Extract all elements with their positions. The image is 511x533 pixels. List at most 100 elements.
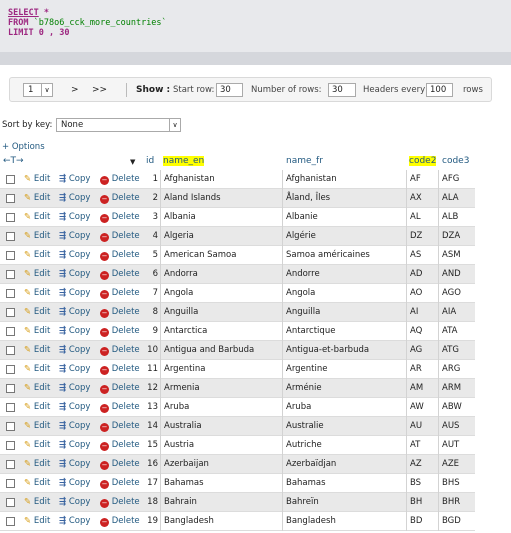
row-checkbox[interactable] bbox=[6, 213, 15, 222]
column-header-id[interactable]: id bbox=[146, 156, 154, 166]
row-checkbox[interactable] bbox=[6, 346, 15, 355]
copy-action[interactable]: ⇶ Copy bbox=[59, 174, 90, 184]
edit-action[interactable]: ✎ Edit bbox=[24, 497, 50, 507]
sql-select-keyword[interactable]: SELECT bbox=[8, 8, 39, 18]
row-checkbox[interactable] bbox=[6, 460, 15, 469]
edit-action[interactable]: ✎ Edit bbox=[24, 307, 50, 317]
edit-action[interactable]: ✎ Edit bbox=[24, 421, 50, 431]
edit-action[interactable]: ✎ Edit bbox=[24, 402, 50, 412]
row-checkbox[interactable] bbox=[6, 498, 15, 507]
copy-action[interactable]: ⇶ Copy bbox=[59, 440, 90, 450]
edit-action[interactable]: ✎ Edit bbox=[24, 174, 50, 184]
delete-action[interactable]: − Delete bbox=[100, 250, 140, 261]
edit-action[interactable]: ✎ Edit bbox=[24, 383, 50, 393]
copy-action[interactable]: ⇶ Copy bbox=[59, 193, 90, 203]
edit-action[interactable]: ✎ Edit bbox=[24, 364, 50, 374]
delete-action[interactable]: − Delete bbox=[100, 440, 140, 451]
copy-action[interactable]: ⇶ Copy bbox=[59, 478, 90, 488]
delete-action[interactable]: − Delete bbox=[100, 231, 140, 242]
row-checkbox[interactable] bbox=[6, 194, 15, 203]
edit-label: Edit bbox=[33, 421, 51, 431]
last-page-button[interactable]: >> bbox=[92, 83, 107, 97]
column-header-code2[interactable]: code2 bbox=[409, 156, 437, 166]
next-page-button[interactable]: > bbox=[71, 83, 79, 97]
row-checkbox[interactable] bbox=[6, 308, 15, 317]
sort-by-key-select[interactable]: None ∨ bbox=[56, 118, 181, 132]
delete-action[interactable]: − Delete bbox=[100, 478, 140, 489]
delete-action[interactable]: − Delete bbox=[100, 497, 140, 508]
row-checkbox[interactable] bbox=[6, 175, 15, 184]
delete-action[interactable]: − Delete bbox=[100, 516, 140, 527]
copy-action[interactable]: ⇶ Copy bbox=[59, 231, 90, 241]
copy-action[interactable]: ⇶ Copy bbox=[59, 345, 90, 355]
copy-action[interactable]: ⇶ Copy bbox=[59, 288, 90, 298]
row-checkbox[interactable] bbox=[6, 327, 15, 336]
pencil-icon: ✎ bbox=[24, 288, 32, 298]
options-link[interactable]: + Options bbox=[2, 142, 45, 152]
edit-label: Edit bbox=[33, 212, 51, 222]
delete-action[interactable]: − Delete bbox=[100, 193, 140, 204]
edit-action[interactable]: ✎ Edit bbox=[24, 250, 50, 260]
edit-action[interactable]: ✎ Edit bbox=[24, 459, 50, 469]
page-select[interactable]: 1 ∨ bbox=[23, 83, 53, 97]
copy-action[interactable]: ⇶ Copy bbox=[59, 269, 90, 279]
row-checkbox[interactable] bbox=[6, 289, 15, 298]
row-checkbox[interactable] bbox=[6, 365, 15, 374]
row-checkbox[interactable] bbox=[6, 403, 15, 412]
row-checkbox[interactable] bbox=[6, 251, 15, 260]
copy-action[interactable]: ⇶ Copy bbox=[59, 326, 90, 336]
copy-action[interactable]: ⇶ Copy bbox=[59, 383, 90, 393]
column-header-name-en[interactable]: name_en bbox=[163, 156, 205, 166]
delete-action[interactable]: − Delete bbox=[100, 421, 140, 432]
edit-action[interactable]: ✎ Edit bbox=[24, 193, 50, 203]
delete-action[interactable]: − Delete bbox=[100, 326, 140, 337]
edit-action[interactable]: ✎ Edit bbox=[24, 516, 50, 526]
headers-every-input[interactable]: 100 bbox=[426, 83, 453, 97]
column-header-code3[interactable]: code3 bbox=[442, 156, 469, 166]
edit-action[interactable]: ✎ Edit bbox=[24, 326, 50, 336]
delete-action[interactable]: − Delete bbox=[100, 459, 140, 470]
copy-action[interactable]: ⇶ Copy bbox=[59, 364, 90, 374]
number-of-rows-input[interactable]: 30 bbox=[328, 83, 356, 97]
row-checkbox[interactable] bbox=[6, 384, 15, 393]
delete-action[interactable]: − Delete bbox=[100, 402, 140, 413]
column-header-name-fr[interactable]: name_fr bbox=[286, 156, 323, 166]
copy-action[interactable]: ⇶ Copy bbox=[59, 307, 90, 317]
row-checkbox[interactable] bbox=[6, 441, 15, 450]
row-checkbox[interactable] bbox=[6, 479, 15, 488]
start-row-input[interactable]: 30 bbox=[216, 83, 243, 97]
delete-action[interactable]: − Delete bbox=[100, 212, 140, 223]
copy-action[interactable]: ⇶ Copy bbox=[59, 250, 90, 260]
edit-action[interactable]: ✎ Edit bbox=[24, 478, 50, 488]
delete-action[interactable]: − Delete bbox=[100, 364, 140, 375]
edit-action[interactable]: ✎ Edit bbox=[24, 212, 50, 222]
edit-action[interactable]: ✎ Edit bbox=[24, 231, 50, 241]
copy-action[interactable]: ⇶ Copy bbox=[59, 402, 90, 412]
delete-action[interactable]: − Delete bbox=[100, 174, 140, 185]
copy-action[interactable]: ⇶ Copy bbox=[59, 497, 90, 507]
column-menu-icon[interactable]: ▼ bbox=[130, 158, 135, 166]
delete-action[interactable]: − Delete bbox=[100, 288, 140, 299]
copy-action[interactable]: ⇶ Copy bbox=[59, 212, 90, 222]
edit-action[interactable]: ✎ Edit bbox=[24, 288, 50, 298]
show-button[interactable]: Show : bbox=[136, 83, 170, 97]
delete-action[interactable]: − Delete bbox=[100, 307, 140, 318]
copy-action[interactable]: ⇶ Copy bbox=[59, 516, 90, 526]
copy-icon: ⇶ bbox=[59, 193, 67, 203]
row-checkbox[interactable] bbox=[6, 270, 15, 279]
sql-limit-keyword: LIMIT bbox=[8, 28, 34, 38]
copy-action[interactable]: ⇶ Copy bbox=[59, 421, 90, 431]
row-checkbox[interactable] bbox=[6, 422, 15, 431]
table-row: ✎ Edit ⇶ Copy − Delete 9 Antarctica Antarctiq… bbox=[0, 322, 475, 341]
delete-action[interactable]: − Delete bbox=[100, 345, 140, 356]
row-checkbox[interactable] bbox=[6, 517, 15, 526]
edit-action[interactable]: ✎ Edit bbox=[24, 345, 50, 355]
column-arrows-icon[interactable]: ←T→ bbox=[3, 156, 24, 166]
sql-limit-count: 30 bbox=[59, 28, 70, 38]
edit-action[interactable]: ✎ Edit bbox=[24, 440, 50, 450]
copy-action[interactable]: ⇶ Copy bbox=[59, 459, 90, 469]
delete-action[interactable]: − Delete bbox=[100, 269, 140, 280]
edit-action[interactable]: ✎ Edit bbox=[24, 269, 50, 279]
row-checkbox[interactable] bbox=[6, 232, 15, 241]
delete-action[interactable]: − Delete bbox=[100, 383, 140, 394]
